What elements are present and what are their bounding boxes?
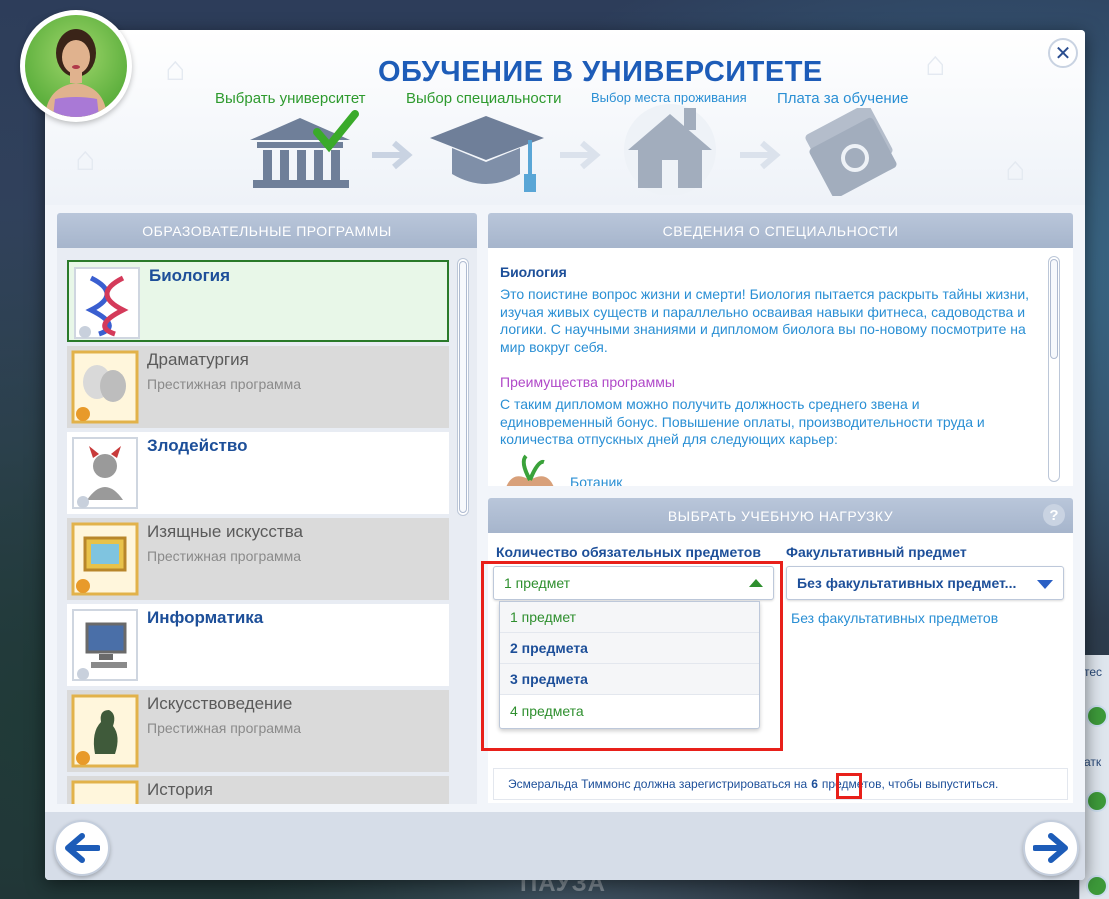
program-prestige-label: Престижная программа	[147, 720, 302, 736]
program-name: Искусствоведение	[147, 694, 293, 713]
programs-list: Биология Драматургия Престижная программ…	[57, 248, 477, 804]
statue-diploma-icon	[71, 694, 139, 768]
step-arrow-icon	[372, 140, 413, 170]
dna-diploma-icon	[74, 267, 140, 339]
required-courses-label: Количество обязательных предметов	[496, 544, 761, 560]
count-highlight	[836, 773, 862, 799]
painting-diploma-icon	[71, 522, 139, 596]
step-label-university: Выбрать университет	[215, 90, 366, 107]
specialty-description: Это поистине вопрос жизни и смерти! Биол…	[500, 286, 1030, 355]
career-name: Ботаник	[570, 474, 623, 486]
dialog-footer	[45, 812, 1085, 880]
step-label-specialty: Выбор специальности	[406, 90, 562, 107]
info-panel-header: Сведения о специальности	[488, 213, 1073, 248]
next-button[interactable]	[1023, 820, 1079, 876]
watermark-icon: ⌂	[925, 45, 946, 83]
step-arrow-icon	[560, 140, 601, 170]
watermark-icon: ⌂	[75, 140, 96, 178]
program-name: Изящные искусства	[147, 522, 304, 541]
close-button[interactable]: ✕	[1048, 38, 1078, 68]
advantages-text: С таким дипломом можно получить должност…	[500, 396, 985, 447]
program-name: Биология	[149, 266, 231, 285]
program-fine-arts[interactable]: Изящные искусства Престижная программа	[67, 518, 449, 600]
house-icon	[624, 104, 716, 195]
programs-scroll-thumb[interactable]	[459, 261, 467, 513]
specialty-title: Биология	[500, 264, 567, 280]
chevron-down-icon	[1037, 580, 1053, 589]
program-history[interactable]: История	[67, 776, 449, 804]
dropdown-highlight	[481, 561, 783, 751]
info-scroll-thumb[interactable]	[1050, 259, 1058, 359]
program-biology[interactable]: Биология	[67, 260, 449, 342]
program-name: История	[147, 780, 213, 799]
dialog-title: Обучение в университете	[378, 56, 823, 88]
program-name: Драматургия	[147, 350, 249, 369]
side-panel-text: тес	[1084, 665, 1103, 679]
program-prestige-label: Престижная программа	[147, 376, 302, 392]
green-status-icon	[1086, 705, 1108, 727]
sim-avatar	[20, 10, 132, 122]
arrow-right-icon	[1033, 833, 1068, 863]
help-icon[interactable]: ?	[1043, 504, 1065, 526]
green-status-icon	[1086, 790, 1108, 812]
close-icon: ✕	[1054, 42, 1072, 65]
program-villainy[interactable]: Злодейство	[67, 432, 449, 514]
step-label-tuition: Плата за обучение	[777, 90, 909, 107]
botanist-icon	[506, 454, 554, 486]
computer-diploma-icon	[72, 609, 138, 681]
note-text-before: Эсмеральда Тиммонс должна зарегистрирова…	[508, 777, 808, 791]
info-scrollbar[interactable]	[1048, 256, 1060, 482]
program-drama[interactable]: Драматургия Престижная программа	[67, 346, 449, 428]
history-diploma-icon	[71, 780, 139, 804]
watermark-icon: ⌂	[165, 50, 186, 88]
program-art-history[interactable]: Искусствоведение Престижная программа	[67, 690, 449, 772]
graduation-cap-icon	[430, 116, 544, 192]
money-bills-icon	[805, 108, 897, 196]
program-computer-science[interactable]: Информатика	[67, 604, 449, 686]
program-prestige-label: Престижная программа	[147, 548, 302, 564]
advantages-title: Преимущества программы	[500, 374, 675, 390]
watermark-icon: ⌂	[1005, 150, 1026, 188]
programs-scrollbar[interactable]	[457, 258, 469, 516]
green-status-icon	[1086, 875, 1108, 897]
load-panel-header: Выбрать учебную нагрузку	[488, 498, 1073, 533]
elective-dropdown-value: Без факультативных предмет...	[797, 575, 1017, 591]
career-item: Ботаник	[500, 454, 622, 486]
sim-portrait-icon	[45, 29, 107, 117]
side-panel-text: атк	[1084, 755, 1102, 769]
elective-dropdown[interactable]: Без факультативных предмет...	[786, 566, 1064, 600]
program-name: Злодейство	[147, 436, 248, 455]
required-course-count: 6	[811, 777, 818, 791]
back-button[interactable]	[54, 820, 110, 876]
elective-label: Факультативный предмет	[786, 544, 967, 560]
specialty-info: Биология Это поистине вопрос жизни и сме…	[488, 248, 1073, 486]
arrow-left-icon	[65, 833, 100, 863]
theater-masks-diploma-icon	[71, 350, 139, 424]
villain-diploma-icon	[72, 437, 138, 509]
university-columns-icon	[250, 110, 359, 188]
programs-panel-header: Образовательные программы	[57, 213, 477, 248]
step-arrow-icon	[740, 140, 781, 170]
program-name: Информатика	[147, 608, 264, 627]
elective-current: Без факультативных предметов	[791, 610, 999, 626]
graduation-requirement-note: Эсмеральда Тиммонс должна зарегистрирова…	[493, 768, 1068, 800]
